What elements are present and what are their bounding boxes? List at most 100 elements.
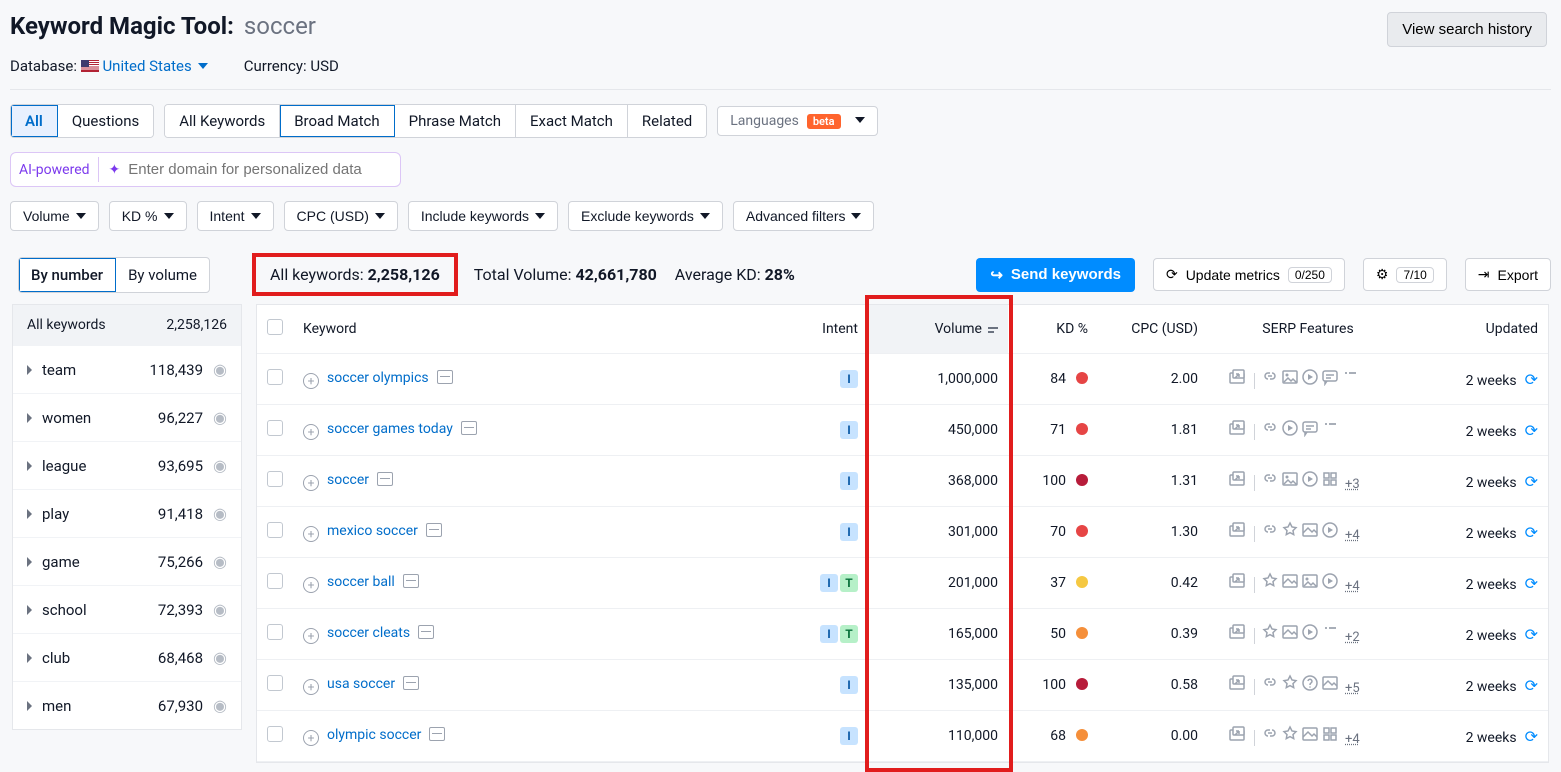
- row-checkbox[interactable]: [267, 675, 283, 691]
- export-button[interactable]: ⇥ Export: [1465, 258, 1551, 291]
- scope-tab-all[interactable]: All: [11, 105, 58, 137]
- col-volume[interactable]: Volume: [868, 305, 1008, 354]
- filter-cpc-usd-[interactable]: CPC (USD): [284, 201, 398, 231]
- keyword-link[interactable]: olympic soccer: [327, 727, 421, 743]
- eye-icon[interactable]: ◉: [213, 552, 227, 571]
- sidebar-item-women[interactable]: women96,227◉: [13, 393, 241, 441]
- sidebar-item-men[interactable]: men67,930◉: [13, 681, 241, 729]
- match-tab-all-keywords[interactable]: All Keywords: [165, 105, 280, 137]
- serp-more[interactable]: +4: [1345, 579, 1360, 594]
- match-tab-phrase-match[interactable]: Phrase Match: [395, 105, 516, 137]
- keyword-link[interactable]: soccer olympics: [327, 370, 429, 386]
- expand-icon[interactable]: [303, 373, 319, 389]
- serp-snapshot-icon[interactable]: [461, 421, 477, 435]
- select-all-checkbox[interactable]: [267, 319, 283, 335]
- row-checkbox[interactable]: [267, 369, 283, 385]
- eye-icon[interactable]: ◉: [213, 648, 227, 667]
- serp-snapshot-icon[interactable]: [403, 676, 419, 690]
- serp-snapshot-icon[interactable]: [429, 727, 445, 741]
- expand-icon[interactable]: [303, 628, 319, 644]
- col-kd[interactable]: KD %: [1008, 305, 1098, 354]
- by-number-button[interactable]: By number: [19, 258, 116, 292]
- refresh-row-icon[interactable]: ⟳: [1525, 472, 1538, 491]
- row-checkbox[interactable]: [267, 522, 283, 538]
- send-keywords-button[interactable]: ↪ Send keywords: [976, 258, 1135, 292]
- row-checkbox[interactable]: [267, 471, 283, 487]
- expand-icon[interactable]: [303, 526, 319, 542]
- serp-more[interactable]: +4: [1345, 732, 1360, 747]
- row-checkbox[interactable]: [267, 624, 283, 640]
- credits-button[interactable]: ⚙ 7/10: [1363, 258, 1447, 291]
- match-tab-related[interactable]: Related: [628, 105, 706, 137]
- serp-more[interactable]: +3: [1345, 477, 1360, 492]
- match-tab-exact-match[interactable]: Exact Match: [516, 105, 628, 137]
- eye-icon[interactable]: ◉: [213, 456, 227, 475]
- update-metrics-button[interactable]: ⟳ Update metrics 0/250: [1153, 258, 1345, 291]
- refresh-row-icon[interactable]: ⟳: [1525, 523, 1538, 542]
- sidebar-item-play[interactable]: play91,418◉: [13, 489, 241, 537]
- volume-cell: 201,000: [868, 558, 1008, 609]
- eye-icon[interactable]: ◉: [213, 360, 227, 379]
- col-intent[interactable]: Intent: [798, 305, 868, 354]
- sidebar-item-school[interactable]: school72,393◉: [13, 585, 241, 633]
- ai-domain-input[interactable]: [128, 161, 388, 178]
- filter-kd-[interactable]: KD %: [109, 201, 187, 231]
- refresh-row-icon[interactable]: ⟳: [1525, 574, 1538, 593]
- serp-snapshot-icon[interactable]: [377, 472, 393, 486]
- serp-snapshot-icon[interactable]: [418, 625, 434, 639]
- keyword-link[interactable]: usa soccer: [327, 676, 395, 692]
- expand-icon[interactable]: [303, 424, 319, 440]
- sidebar-item-club[interactable]: club68,468◉: [13, 633, 241, 681]
- by-volume-button[interactable]: By volume: [116, 258, 209, 292]
- filter-advanced-filters[interactable]: Advanced filters: [733, 201, 875, 231]
- expand-icon[interactable]: [303, 730, 319, 746]
- languages-button[interactable]: Languages beta: [717, 106, 877, 136]
- filter-exclude-keywords[interactable]: Exclude keywords: [568, 201, 723, 231]
- database-selector[interactable]: United States: [102, 57, 207, 75]
- serp-snapshot-icon[interactable]: [437, 370, 453, 384]
- eye-icon[interactable]: ◉: [213, 504, 227, 523]
- filter-include-keywords[interactable]: Include keywords: [408, 201, 558, 231]
- filter-volume[interactable]: Volume: [10, 201, 99, 231]
- sidebar-item-league[interactable]: league93,695◉: [13, 441, 241, 489]
- match-tab-broad-match[interactable]: Broad Match: [280, 105, 394, 137]
- eye-icon[interactable]: ◉: [213, 696, 227, 715]
- col-cpc[interactable]: CPC (USD): [1098, 305, 1208, 354]
- sidebar-item-game[interactable]: game75,266◉: [13, 537, 241, 585]
- col-updated[interactable]: Updated: [1408, 305, 1548, 354]
- kd-value: 84: [1050, 371, 1070, 387]
- scope-tabs: AllQuestions: [10, 104, 154, 138]
- serp-more[interactable]: +2: [1345, 630, 1360, 645]
- sort-desc-icon: [988, 327, 998, 333]
- refresh-row-icon[interactable]: ⟳: [1525, 625, 1538, 644]
- row-checkbox[interactable]: [267, 573, 283, 589]
- serp-snapshot-icon[interactable]: [403, 574, 419, 588]
- keyword-link[interactable]: soccer ball: [327, 574, 395, 590]
- keyword-link[interactable]: soccer games today: [327, 421, 453, 437]
- expand-icon[interactable]: [303, 577, 319, 593]
- scope-tab-questions[interactable]: Questions: [58, 105, 153, 137]
- refresh-row-icon[interactable]: ⟳: [1525, 727, 1538, 746]
- keyword-link[interactable]: soccer: [327, 472, 369, 488]
- row-checkbox[interactable]: [267, 420, 283, 436]
- serp-more[interactable]: +4: [1345, 528, 1360, 543]
- refresh-row-icon[interactable]: ⟳: [1525, 370, 1538, 389]
- col-serp[interactable]: SERP Features: [1208, 305, 1408, 354]
- refresh-row-icon[interactable]: ⟳: [1525, 676, 1538, 695]
- filter-intent[interactable]: Intent: [197, 201, 274, 231]
- row-checkbox[interactable]: [267, 726, 283, 742]
- col-keyword[interactable]: Keyword: [293, 305, 798, 354]
- expand-icon[interactable]: [303, 679, 319, 695]
- popup-icon: [1228, 521, 1246, 539]
- eye-icon[interactable]: ◉: [213, 408, 227, 427]
- kd-value: 70: [1050, 524, 1070, 540]
- serp-more[interactable]: +5: [1345, 681, 1360, 696]
- eye-icon[interactable]: ◉: [213, 600, 227, 619]
- expand-icon[interactable]: [303, 475, 319, 491]
- sidebar-item-team[interactable]: team118,439◉: [13, 345, 241, 393]
- serp-snapshot-icon[interactable]: [426, 523, 442, 537]
- refresh-row-icon[interactable]: ⟳: [1525, 421, 1538, 440]
- keyword-link[interactable]: soccer cleats: [327, 625, 410, 641]
- view-history-button[interactable]: View search history: [1387, 12, 1547, 47]
- keyword-link[interactable]: mexico soccer: [327, 523, 418, 539]
